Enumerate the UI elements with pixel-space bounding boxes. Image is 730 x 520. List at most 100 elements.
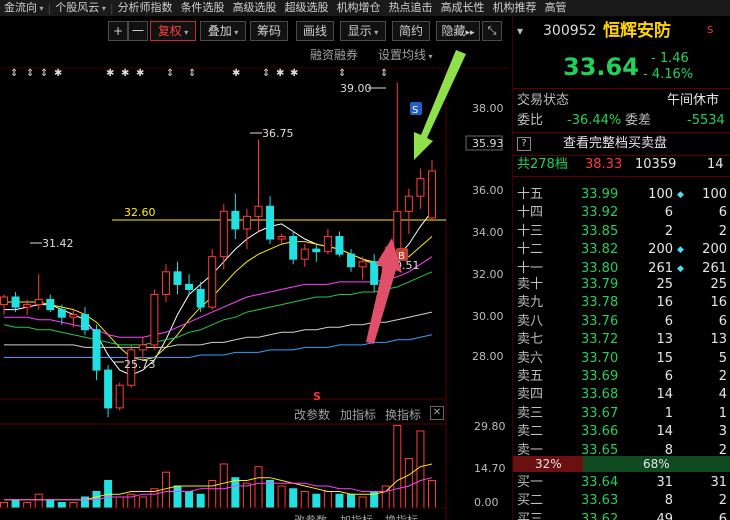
level-price: 33.99 <box>581 187 619 202</box>
event-star-icon: ✱ <box>276 68 284 79</box>
event-arrow-icon: ⇕ <box>10 68 18 79</box>
ask-row[interactable]: 卖五 33.69 6 2 <box>513 368 730 386</box>
ask-row[interactable]: 卖二 33.66 14 3 <box>513 423 730 441</box>
far-ask-row[interactable]: 十五 33.99 100 100 ◆ <box>513 186 730 204</box>
hide-button[interactable]: 隐藏▸▸ <box>436 21 480 41</box>
simple-mode-button[interactable]: 简约 <box>392 21 430 41</box>
candle-body <box>335 236 344 255</box>
chevron-down-icon[interactable]: ▾ <box>517 22 523 40</box>
change-params-link-2[interactable]: 改参数 <box>294 512 327 520</box>
menu-institution-add[interactable]: 机构增仓 <box>333 0 385 16</box>
level-volume: 14 <box>656 424 673 440</box>
event-star-icon: ✱ <box>232 68 240 79</box>
menu-hot-chase[interactable]: 热点追击 <box>385 0 437 16</box>
margin-trading-link[interactable]: 融资融券 <box>310 46 358 63</box>
level-volume: 25 <box>656 277 673 292</box>
help-icon[interactable]: ? <box>517 137 531 151</box>
ask-row[interactable]: 卖六 33.70 15 5 <box>513 350 730 368</box>
ask-row[interactable]: 卖七 33.72 13 13 <box>513 331 730 349</box>
candle-body <box>138 344 147 351</box>
far-ask-row[interactable]: 十二 33.82 200 200 ◆ <box>513 241 730 259</box>
add-indicator-link[interactable]: 加指标 <box>340 406 376 423</box>
volume-tick-label: 29.80 <box>474 420 506 433</box>
switch-indicator-link[interactable]: 换指标 <box>385 406 421 423</box>
menu-executives[interactable]: 高管 <box>541 0 571 16</box>
level-count: 13 <box>710 332 727 348</box>
menu-high-growth[interactable]: 高成长性 <box>437 0 489 16</box>
far-ask-row[interactable]: 十三 33.85 2 2 <box>513 223 730 241</box>
level-price: 33.85 <box>581 223 619 239</box>
far-ask-row[interactable]: 十一 33.80 261 261 ◆ <box>513 260 730 278</box>
sell-signal-label: S <box>412 105 418 116</box>
bid-row[interactable]: 买三 33.62 49 6 <box>513 511 730 520</box>
full-queue-link[interactable]: 查看完整档买卖盘 <box>563 135 667 153</box>
candle-body <box>428 170 436 219</box>
kline-chart-area[interactable]: 融资融券 设置均线 ▾ ⇕ ⇕ ⇕ ✱ ✱ ✱ ✱ ⇕ ⇕ ✱ ⇕ ✱ ✱ ⇕ … <box>0 42 510 520</box>
event-arrow-icon: ⇕ <box>166 68 174 79</box>
event-marker-row: ⇕ ⇕ ⇕ ✱ ✱ ✱ ✱ ⇕ ⇕ ✱ ⇕ ✱ ✱ ⇕ ⇕ <box>10 68 388 79</box>
candle-body <box>80 314 89 331</box>
bid-row[interactable]: 买一 33.64 31 31 <box>513 474 730 492</box>
ask-row[interactable]: 卖十 33.79 25 25 <box>513 276 730 294</box>
switch-indicator-link-2[interactable]: 换指标 <box>385 512 418 520</box>
zoom-in-button[interactable]: + <box>108 21 128 41</box>
quote-panel: ▾ 300952 恒辉安防 S 33.64 - 1.46 - 4.16% 交易状… <box>512 16 730 520</box>
high-price-label: 39.00 <box>340 82 372 95</box>
menu-fund-flow[interactable]: 金流向 <box>0 0 48 16</box>
volume-bar <box>416 430 425 509</box>
far-ask-row[interactable]: 十四 33.92 6 6 <box>513 204 730 222</box>
order-dot-icon: ◆ <box>677 263 684 274</box>
adjust-right-dropdown[interactable]: 复权 <box>150 21 196 41</box>
draw-line-button[interactable]: 画线 <box>296 21 334 41</box>
volume-bar <box>23 501 32 509</box>
expand-icon[interactable]: ⤡ <box>482 21 502 41</box>
ma-settings-dropdown[interactable]: 设置均线 ▾ <box>378 46 433 63</box>
menu-institution-recommend[interactable]: 机构推荐 <box>489 0 541 16</box>
ask-row[interactable]: 卖四 33.68 14 4 <box>513 386 730 404</box>
level-price: 33.69 <box>581 369 619 384</box>
menu-analyst-index[interactable]: 分析师指数 <box>114 0 177 16</box>
menu-condition-picker[interactable]: 条件选股 <box>177 0 229 16</box>
level-price: 33.92 <box>581 205 619 221</box>
candle-body <box>300 248 309 260</box>
volume-bar <box>277 485 286 509</box>
menu-super-picker[interactable]: 超级选股 <box>281 0 333 16</box>
menu-stock-news[interactable]: 个股风云 <box>51 0 110 16</box>
display-dropdown[interactable]: 显示 <box>340 21 386 41</box>
volume-bar <box>34 493 43 509</box>
close-icon[interactable]: ✕ <box>430 406 444 420</box>
ask-row[interactable]: 卖三 33.67 1 1 <box>513 405 730 423</box>
level-volume: 14 <box>656 387 673 403</box>
level-count: 200 <box>702 242 727 258</box>
add-indicator-link-2[interactable]: 加指标 <box>340 512 373 520</box>
level-label: 卖八 <box>517 313 544 329</box>
volume-bar <box>161 471 170 509</box>
level-price: 33.79 <box>581 277 619 292</box>
stock-name: 恒辉安防 <box>603 21 671 41</box>
weibi-label: 委比 <box>517 113 544 128</box>
level-price: 33.68 <box>581 387 619 403</box>
change-params-link[interactable]: 改参数 <box>294 406 330 423</box>
volume-bar <box>404 457 413 509</box>
candle-body <box>254 205 263 217</box>
full-queue-row[interactable]: ? 查看完整档买卖盘 <box>513 135 730 153</box>
bid-row[interactable]: 买二 33.63 8 2 <box>513 492 730 510</box>
level-label: 十五 <box>517 187 544 202</box>
event-arrow-icon: ⇕ <box>188 68 196 79</box>
candle-body <box>92 329 101 371</box>
event-star-icon: ✱ <box>121 68 129 79</box>
volume-bar <box>323 490 332 509</box>
low-price-label: 25.73 <box>124 358 156 371</box>
volume-bar <box>138 496 147 509</box>
level-label: 卖六 <box>517 350 544 366</box>
event-star-icon: ✱ <box>54 68 62 79</box>
menu-advanced-picker[interactable]: 高级选股 <box>229 0 281 16</box>
volume-bar <box>393 424 402 509</box>
level-label: 卖四 <box>517 387 544 403</box>
trading-status-row: 交易状态 午间休市 <box>513 92 730 110</box>
overlay-dropdown[interactable]: 叠加 <box>200 21 246 41</box>
ask-row[interactable]: 卖九 33.78 16 16 <box>513 294 730 312</box>
zoom-out-button[interactable]: 一 <box>128 21 148 41</box>
chips-button[interactable]: 筹码 <box>250 21 288 41</box>
ask-row[interactable]: 卖八 33.76 6 6 <box>513 313 730 331</box>
